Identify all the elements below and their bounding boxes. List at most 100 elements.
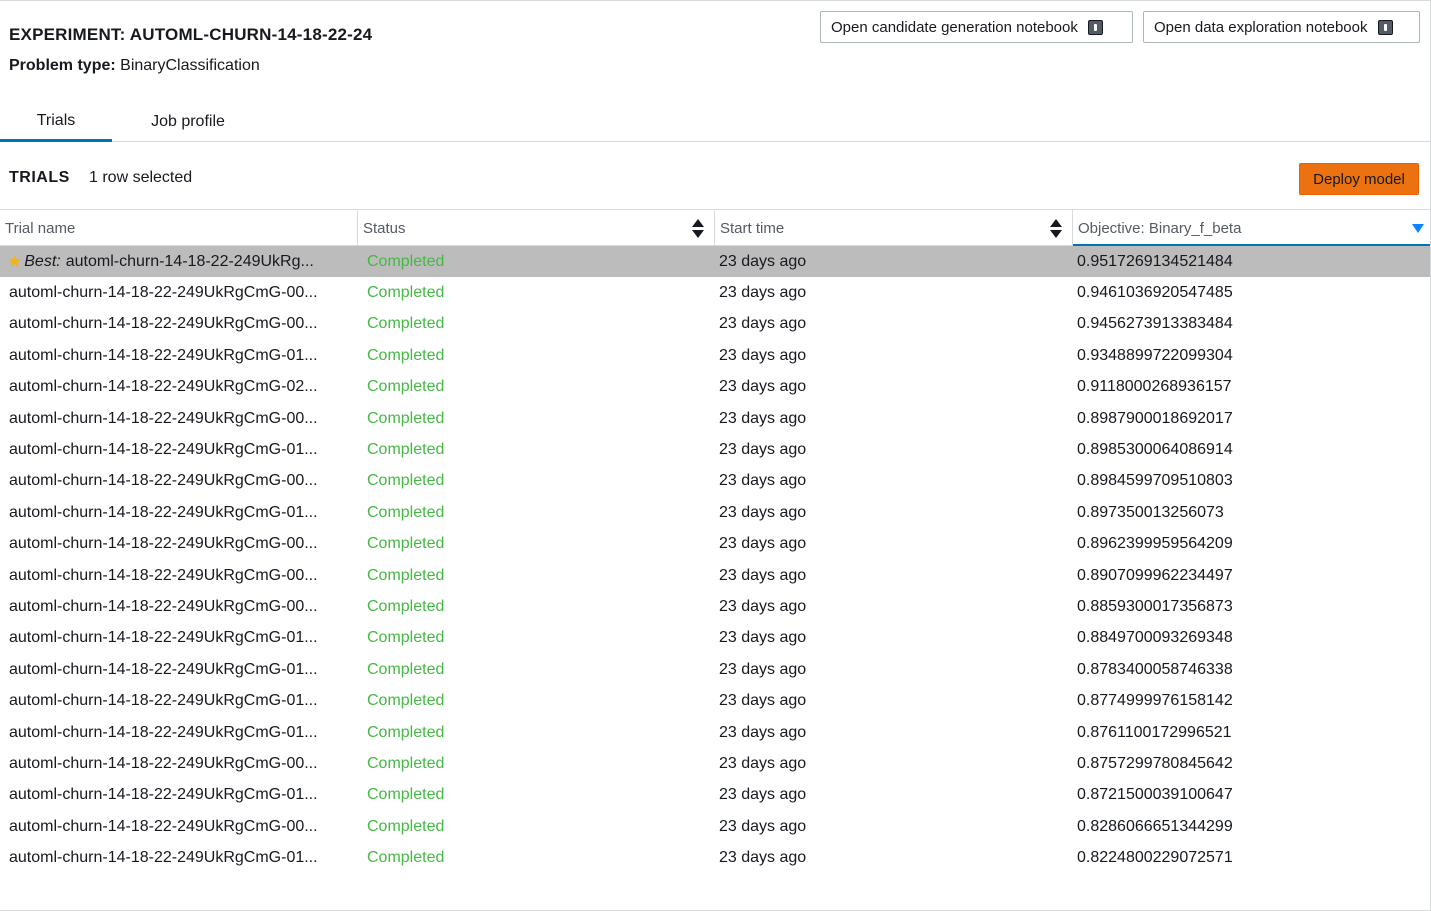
cell-start-time: 23 days ago bbox=[719, 378, 807, 396]
cell-trial-name: automl-churn-14-18-22-249UkRgCmG-01... bbox=[9, 497, 352, 528]
table-row[interactable]: automl-churn-14-18-22-249UkRgCmG-00... Co… bbox=[0, 277, 1430, 308]
cell-trial-name: automl-churn-14-18-22-249UkRgCmG-00... bbox=[9, 529, 352, 560]
open-exploration-notebook-label: Open data exploration notebook bbox=[1154, 18, 1368, 36]
table-row[interactable]: automl-churn-14-18-22-249UkRgCmG-00... Co… bbox=[0, 403, 1430, 434]
trial-name-text: automl-churn-14-18-22-249UkRgCmG-00... bbox=[9, 535, 318, 553]
column-header-trial-name[interactable]: Trial name bbox=[0, 210, 357, 246]
cell-start-time: 23 days ago bbox=[719, 629, 807, 647]
cell-start-time: 23 days ago bbox=[719, 284, 807, 302]
sort-descending-icon[interactable] bbox=[1412, 224, 1424, 233]
tab-job-profile[interactable]: Job profile bbox=[112, 102, 264, 142]
trial-name-text: automl-churn-14-18-22-249UkRgCmG-02... bbox=[9, 378, 318, 396]
table-row[interactable]: automl-churn-14-18-22-249UkRgCmG-01... Co… bbox=[0, 340, 1430, 371]
open-candidate-notebook-label: Open candidate generation notebook bbox=[831, 18, 1078, 36]
table-row[interactable]: automl-churn-14-18-22-249UkRgCmG-02... Co… bbox=[0, 372, 1430, 403]
table-row[interactable]: automl-churn-14-18-22-249UkRgCmG-01... Co… bbox=[0, 780, 1430, 811]
trial-name-text: automl-churn-14-18-22-249UkRgCmG-01... bbox=[9, 660, 318, 678]
table-row[interactable]: automl-churn-14-18-22-249UkRgCmG-01... Co… bbox=[0, 497, 1430, 528]
cell-start-time: 23 days ago bbox=[719, 817, 807, 835]
sort-icon[interactable] bbox=[692, 219, 704, 238]
best-label: Best: bbox=[24, 252, 61, 270]
problem-type-label: Problem type: bbox=[9, 57, 116, 74]
cell-trial-name: automl-churn-14-18-22-249UkRgCmG-01... bbox=[9, 685, 352, 716]
trial-name-text: automl-churn-14-18-22-249UkRgCmG-01... bbox=[9, 629, 318, 647]
deploy-model-button[interactable]: Deploy model bbox=[1299, 163, 1419, 195]
cell-start-time: 23 days ago bbox=[719, 754, 807, 772]
cell-trial-name: automl-churn-14-18-22-249UkRgCmG-00... bbox=[9, 591, 352, 622]
column-label-objective: Objective: Binary_f_beta bbox=[1078, 219, 1242, 237]
cell-trial-name: automl-churn-14-18-22-249UkRgCmG-01... bbox=[9, 623, 352, 654]
cell-start-time: 23 days ago bbox=[719, 849, 807, 867]
table-row[interactable]: automl-churn-14-18-22-249UkRgCmG-01... Co… bbox=[0, 685, 1430, 716]
table-row[interactable]: automl-churn-14-18-22-249UkRgCmG-01... Co… bbox=[0, 717, 1430, 748]
cell-objective: 0.8859300017356873 bbox=[1077, 597, 1233, 615]
cell-status: Completed bbox=[367, 441, 445, 459]
table-row[interactable]: automl-churn-14-18-22-249UkRgCmG-01... Co… bbox=[0, 842, 1430, 873]
cell-start-time: 23 days ago bbox=[719, 252, 807, 270]
column-header-objective[interactable]: Objective: Binary_f_beta bbox=[1072, 210, 1430, 246]
cell-objective: 0.9517269134521484 bbox=[1077, 252, 1233, 270]
cell-objective: 0.8907099962234497 bbox=[1077, 566, 1233, 584]
cell-start-time: 23 days ago bbox=[719, 346, 807, 364]
trial-name-text: automl-churn-14-18-22-249UkRgCmG-01... bbox=[9, 346, 318, 364]
open-candidate-notebook-button[interactable]: Open candidate generation notebook bbox=[820, 11, 1133, 43]
cell-start-time: 23 days ago bbox=[719, 786, 807, 804]
cell-start-time: 23 days ago bbox=[719, 472, 807, 490]
cell-status: Completed bbox=[367, 535, 445, 553]
cell-objective: 0.8984599709510803 bbox=[1077, 472, 1233, 490]
table-row[interactable]: automl-churn-14-18-22-249UkRgCmG-00... Co… bbox=[0, 466, 1430, 497]
cell-status: Completed bbox=[367, 660, 445, 678]
trial-name-text: automl-churn-14-18-22-249UkRgCmG-01... bbox=[9, 441, 318, 459]
cell-status: Completed bbox=[367, 786, 445, 804]
cell-status: Completed bbox=[367, 472, 445, 490]
table-row[interactable]: automl-churn-14-18-22-249UkRgCmG-00... Co… bbox=[0, 748, 1430, 779]
cell-status: Completed bbox=[367, 409, 445, 427]
trial-name-text: automl-churn-14-18-22-249UkRgCmG-01... bbox=[9, 786, 318, 804]
table-row[interactable]: automl-churn-14-18-22-249UkRgCmG-00... Co… bbox=[0, 811, 1430, 842]
cell-status: Completed bbox=[367, 566, 445, 584]
experiment-title: EXPERIMENT: AUTOML-CHURN-14-18-22-24 bbox=[9, 25, 373, 44]
cell-status: Completed bbox=[367, 849, 445, 867]
trial-name-text: automl-churn-14-18-22-249UkRgCmG-00... bbox=[9, 754, 318, 772]
tab-trials[interactable]: Trials bbox=[0, 102, 112, 142]
trial-name-text: automl-churn-14-18-22-249UkRgCmG-01... bbox=[9, 503, 318, 521]
cell-status: Completed bbox=[367, 817, 445, 835]
column-header-start-time[interactable]: Start time bbox=[714, 210, 1072, 246]
table-row[interactable]: automl-churn-14-18-22-249UkRgCmG-00... Co… bbox=[0, 309, 1430, 340]
cell-trial-name: automl-churn-14-18-22-249UkRgCmG-00... bbox=[9, 403, 352, 434]
cell-objective: 0.8987900018692017 bbox=[1077, 409, 1233, 427]
trial-name-text: automl-churn-14-18-22-249UkRgCmG-01... bbox=[9, 723, 318, 741]
cell-trial-name: automl-churn-14-18-22-249UkRgCmG-00... bbox=[9, 309, 352, 340]
cell-status: Completed bbox=[367, 692, 445, 710]
column-label-start-time: Start time bbox=[720, 219, 785, 237]
open-exploration-notebook-button[interactable]: Open data exploration notebook bbox=[1143, 11, 1420, 43]
column-label-trial-name: Trial name bbox=[5, 219, 76, 237]
cell-start-time: 23 days ago bbox=[719, 535, 807, 553]
table-row[interactable]: ★ Best: automl-churn-14-18-22-249UkRg... Co… bbox=[0, 246, 1430, 278]
trial-name-text: automl-churn-14-18-22-249UkRgCmG-00... bbox=[9, 472, 318, 490]
column-label-status: Status bbox=[363, 219, 406, 237]
table-row[interactable]: automl-churn-14-18-22-249UkRgCmG-00... Co… bbox=[0, 560, 1430, 591]
table-row[interactable]: automl-churn-14-18-22-249UkRgCmG-01... Co… bbox=[0, 654, 1430, 685]
cell-start-time: 23 days ago bbox=[719, 692, 807, 710]
column-header-status[interactable]: Status bbox=[357, 210, 714, 246]
cell-objective: 0.8761100172996521 bbox=[1077, 723, 1232, 741]
cell-trial-name: automl-churn-14-18-22-249UkRgCmG-01... bbox=[9, 842, 352, 873]
sort-icon[interactable] bbox=[1050, 219, 1062, 238]
selection-count: 1 row selected bbox=[89, 169, 193, 186]
cell-start-time: 23 days ago bbox=[719, 566, 807, 584]
table-row[interactable]: automl-churn-14-18-22-249UkRgCmG-01... Co… bbox=[0, 434, 1430, 465]
cell-objective: 0.9461036920547485 bbox=[1077, 284, 1233, 302]
cell-status: Completed bbox=[367, 597, 445, 615]
cell-objective: 0.8721500039100647 bbox=[1077, 786, 1233, 804]
cell-start-time: 23 days ago bbox=[719, 503, 807, 521]
table-row[interactable]: automl-churn-14-18-22-249UkRgCmG-00... Co… bbox=[0, 591, 1430, 622]
trial-name-text: automl-churn-14-18-22-249UkRgCmG-00... bbox=[9, 284, 318, 302]
cell-start-time: 23 days ago bbox=[719, 315, 807, 333]
table-row[interactable]: automl-churn-14-18-22-249UkRgCmG-00... Co… bbox=[0, 529, 1430, 560]
trial-name-text: automl-churn-14-18-22-249UkRgCmG-00... bbox=[9, 817, 318, 835]
table-row[interactable]: automl-churn-14-18-22-249UkRgCmG-01... Co… bbox=[0, 623, 1430, 654]
cell-status: Completed bbox=[367, 723, 445, 741]
cell-trial-name: automl-churn-14-18-22-249UkRgCmG-01... bbox=[9, 780, 352, 811]
cell-status: Completed bbox=[367, 378, 445, 396]
